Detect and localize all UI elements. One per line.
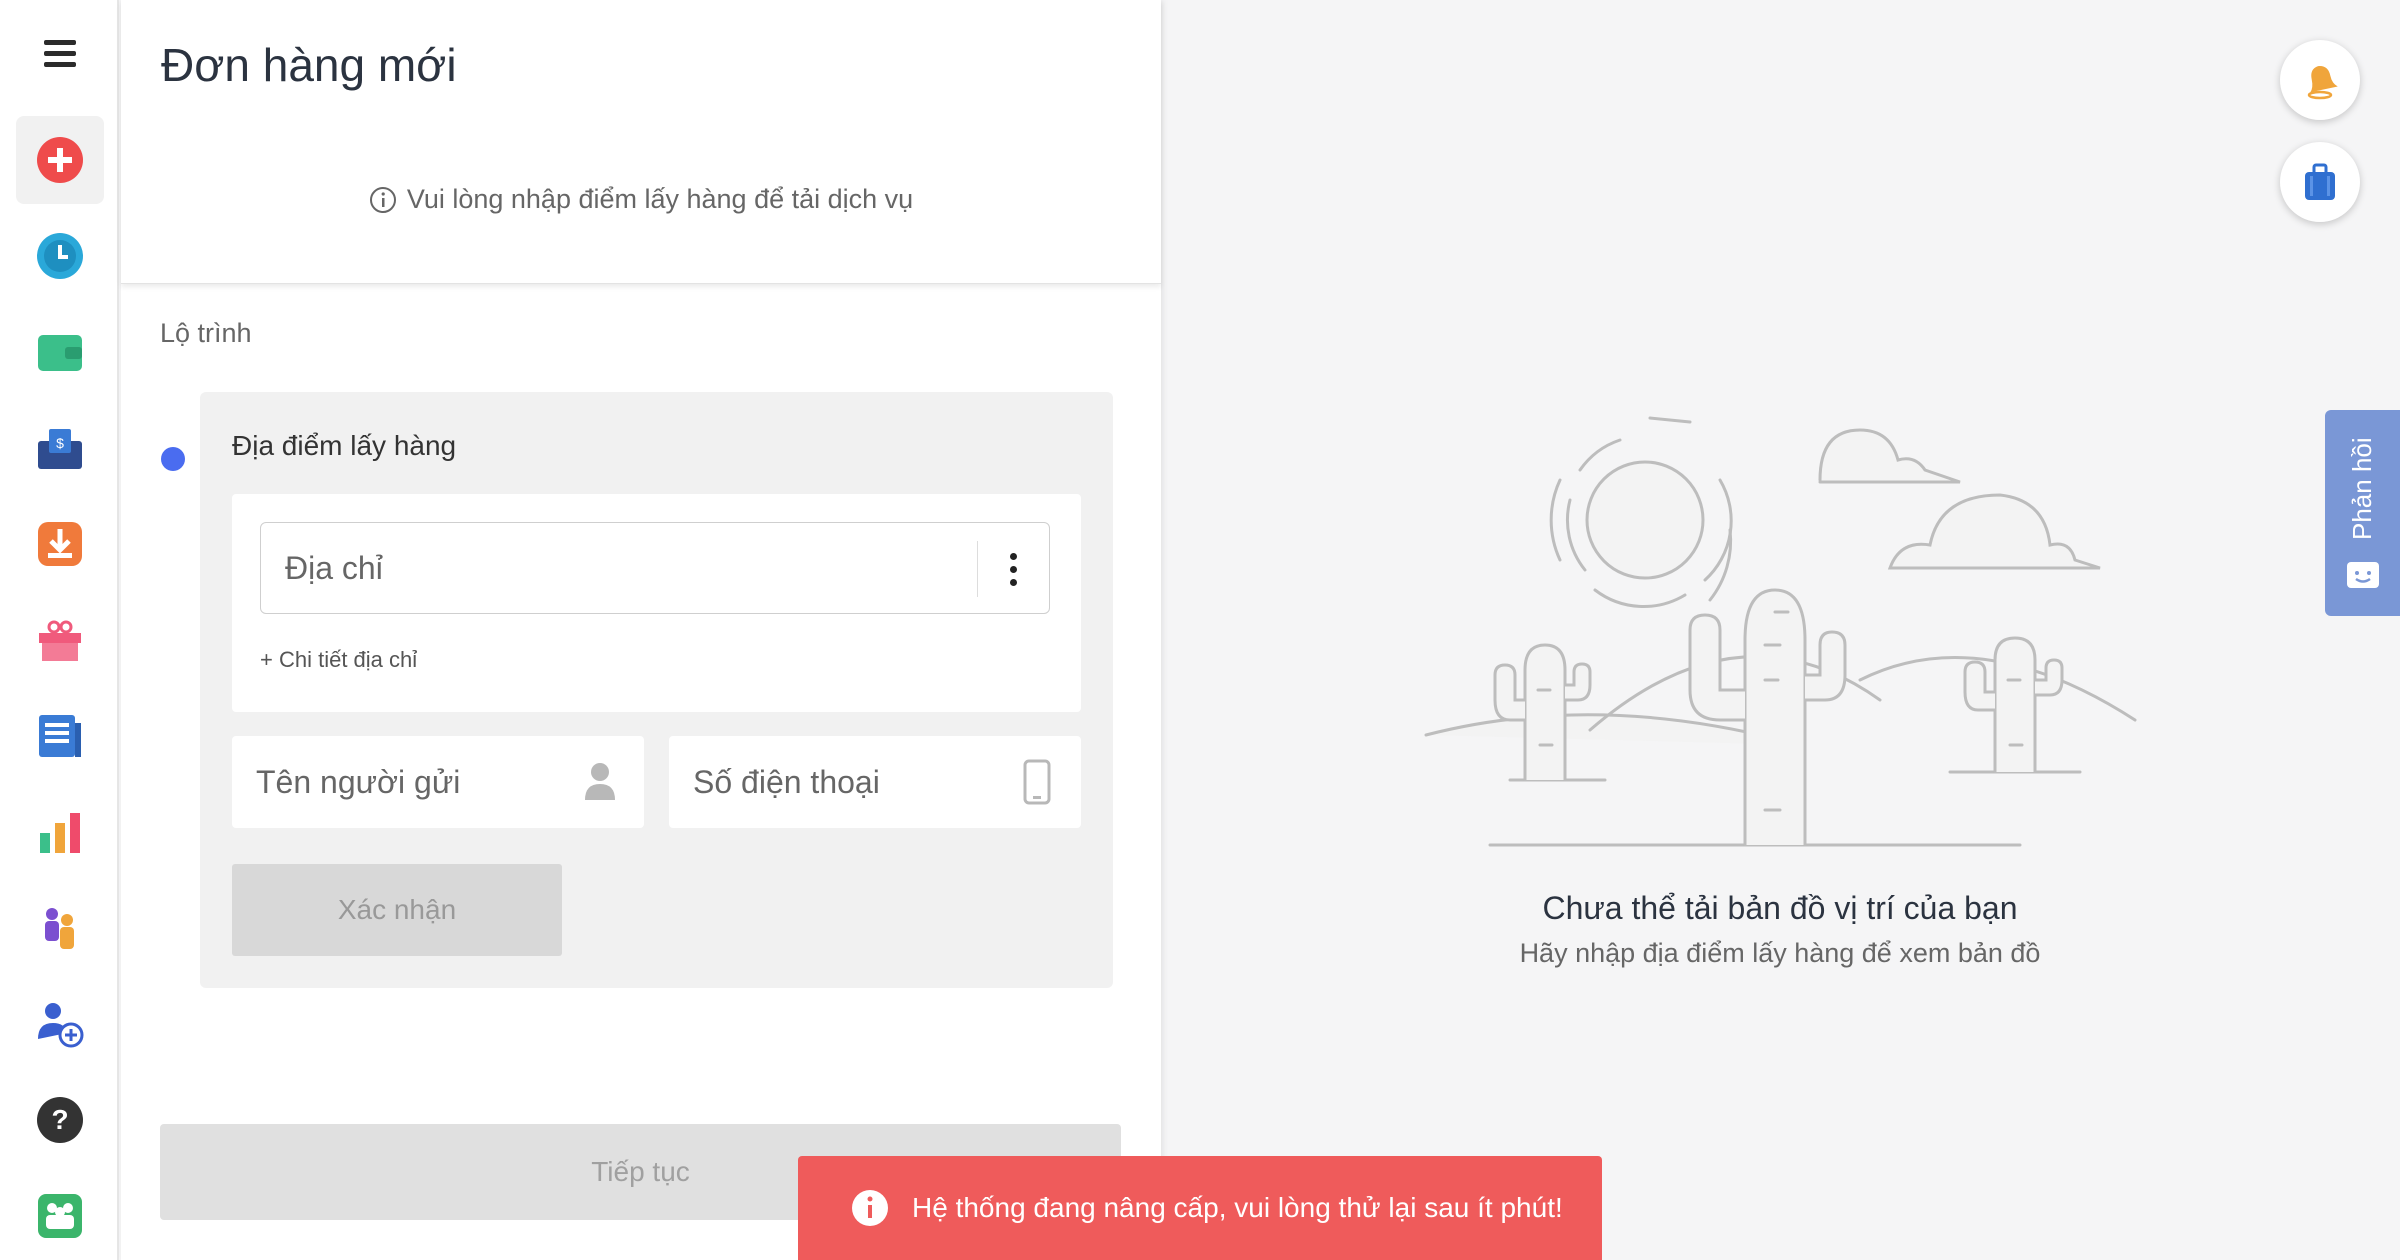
user-icon	[585, 763, 615, 800]
phone-icon	[1023, 759, 1051, 805]
sender-field	[232, 736, 644, 828]
feedback-tab[interactable]: Phản hồi	[2325, 410, 2400, 616]
map-empty-title: Chưa thể tải bản đồ vị trí của bạn	[1542, 890, 2018, 926]
order-panel: Đơn hàng mới Vui lòng nhập điểm lấy hàng…	[121, 0, 1161, 1260]
address-options-button[interactable]	[977, 541, 1049, 597]
bell-icon	[2307, 66, 2338, 100]
panel-header: Đơn hàng mới Vui lòng nhập điểm lấy hàng…	[121, 0, 1161, 284]
clock-icon	[37, 233, 83, 279]
bar-chart-icon	[40, 813, 80, 853]
info-note: Vui lòng nhập điểm lấy hàng để tải dịch …	[121, 184, 1161, 215]
briefcase-icon	[2305, 163, 2335, 200]
sidebar-item-new-order[interactable]	[16, 116, 104, 204]
sidebar-item-staff[interactable]	[16, 884, 104, 972]
orders-bag-button[interactable]	[2280, 142, 2360, 222]
sidebar: $ ?	[0, 0, 119, 1260]
pickup-dot	[161, 447, 185, 471]
phone-field	[669, 736, 1081, 828]
menu-icon[interactable]	[44, 40, 76, 68]
sidebar-item-add-user[interactable]	[16, 980, 104, 1068]
empty-map-illustration	[1424, 416, 2137, 847]
sidebar-item-promotion[interactable]	[16, 596, 104, 684]
error-toast: Hệ thống đang nâng cấp, vui lòng thử lại…	[798, 1156, 1602, 1260]
svg-text:$: $	[56, 435, 64, 451]
download-icon	[38, 522, 82, 566]
address-field	[260, 522, 1050, 614]
info-circle-icon	[852, 1190, 888, 1226]
report-icon	[39, 715, 81, 757]
confirm-button[interactable]: Xác nhận	[232, 864, 562, 956]
sender-name-input[interactable]	[232, 763, 562, 801]
more-vertical-icon	[1010, 550, 1017, 589]
help-icon: ?	[37, 1097, 83, 1143]
sidebar-item-wallet[interactable]	[16, 308, 104, 396]
money-envelope-icon: $	[38, 429, 82, 469]
map-empty-subtitle: Hãy nhập địa điểm lấy hàng để xem bản đồ	[1519, 938, 2041, 968]
sidebar-item-help[interactable]: ?	[16, 1076, 104, 1164]
people-icon	[45, 908, 74, 949]
info-note-text: Vui lòng nhập điểm lấy hàng để tải dịch …	[406, 184, 914, 214]
chat-icon	[2347, 562, 2379, 588]
pickup-title: Địa điểm lấy hàng	[232, 430, 457, 461]
gift-icon	[39, 620, 81, 661]
sidebar-item-reports[interactable]	[16, 692, 104, 780]
wallet-icon	[38, 335, 82, 371]
page-title: Đơn hàng mới	[161, 39, 457, 91]
notification-button[interactable]	[2280, 40, 2360, 120]
info-icon	[369, 186, 396, 213]
sidebar-item-cod[interactable]: $	[16, 404, 104, 492]
toast-message: Hệ thống đang nâng cấp, vui lòng thử lại…	[912, 1192, 1563, 1223]
add-user-icon	[38, 1003, 84, 1048]
phone-input[interactable]	[669, 763, 999, 801]
pickup-card: Địa điểm lấy hàng + Chi tiết địa chỉ Xác…	[200, 392, 1113, 988]
sidebar-item-community[interactable]	[16, 1172, 104, 1260]
address-input[interactable]	[261, 549, 961, 587]
team-icon	[38, 1194, 82, 1238]
address-detail-link[interactable]: + Chi tiết địa chỉ	[260, 647, 417, 673]
sidebar-item-history[interactable]	[16, 212, 104, 300]
address-box: + Chi tiết địa chỉ	[232, 494, 1081, 712]
sidebar-item-import[interactable]	[16, 500, 104, 588]
svg-text:?: ?	[51, 1104, 68, 1135]
route-section-label: Lộ trình	[160, 318, 252, 348]
sidebar-item-statistics[interactable]	[16, 788, 104, 876]
add-order-icon	[37, 137, 83, 183]
feedback-label: Phản hồi	[2347, 437, 2377, 540]
